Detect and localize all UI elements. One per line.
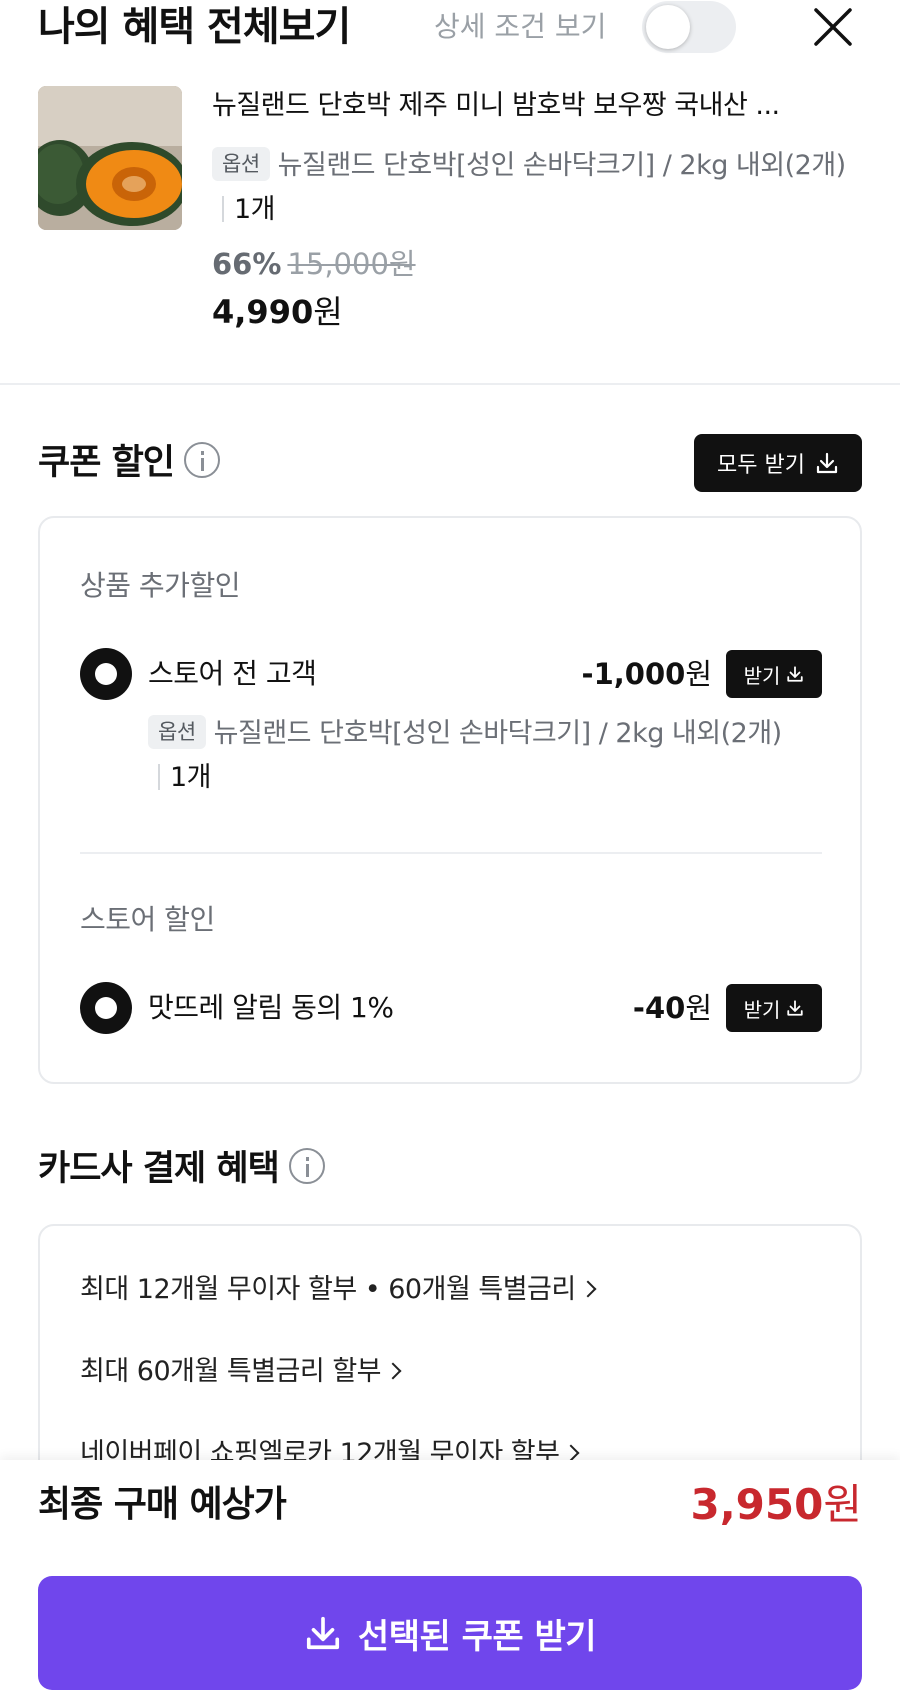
chevron-right-icon <box>579 1280 597 1298</box>
coupon-amount-unit: 원 <box>685 991 712 1025</box>
coupon-name: 스토어 전 고객 <box>148 657 317 690</box>
page-title: 나의 혜택 전체보기 <box>38 4 351 50</box>
total-price-number: 3,950 <box>690 1480 824 1529</box>
coupon-amount-number: -1,000 <box>581 657 686 691</box>
total-price-unit: 원 <box>823 1480 862 1529</box>
header: 나의 혜택 전체보기 상세 조건 보기 <box>0 0 900 60</box>
download-icon <box>787 666 804 682</box>
total-label: 최종 구매 예상가 <box>38 1484 287 1525</box>
download-icon <box>787 1000 804 1016</box>
coupon-radio-selected[interactable] <box>80 648 132 700</box>
final-price: 4,990원 <box>212 290 343 334</box>
coupon-name: 맛뜨레 알림 동의 1% <box>148 991 394 1024</box>
final-price-unit: 원 <box>313 293 343 331</box>
coupon-group-title: 상품 추가할인 <box>80 569 240 602</box>
benefit-link-label: 최대 60개월 특별금리 할부 <box>80 1356 382 1387</box>
receive-label: 받기 <box>743 997 781 1022</box>
bottom-bar: 최종 구매 예상가 3,950원 선택된 쿠폰 받기 <box>0 1460 900 1692</box>
benefit-link[interactable]: 최대 12개월 무이자 할부 • 60개월 특별금리 <box>80 1272 597 1308</box>
total-price: 3,950원 <box>691 1480 863 1530</box>
separator <box>222 196 224 222</box>
coupon-radio-selected[interactable] <box>80 982 132 1034</box>
card-benefit-title-text: 카드사 결제 혜택 <box>38 1149 280 1189</box>
coupon-quantity: 1개 <box>170 762 212 793</box>
get-all-label: 모두 받기 <box>717 453 805 478</box>
info-icon[interactable] <box>184 442 220 478</box>
info-icon[interactable] <box>288 1148 325 1184</box>
product-option: 옵션 뉴질랜드 단호박[성인 손바닥크기] / 2kg 내외(2개)1개 <box>212 144 852 232</box>
benefit-link[interactable]: 최대 60개월 특별금리 할부 <box>80 1354 402 1390</box>
toggle-knob <box>646 5 690 49</box>
coupon-amount-unit: 원 <box>685 657 712 691</box>
download-icon <box>306 1616 339 1650</box>
coupon-amount-number: -40 <box>632 991 686 1025</box>
original-price: 15,000원 <box>287 247 416 281</box>
coupon-card: 상품 추가할인 스토어 전 고객 -1,000원 받기 옵션 뉴질랜드 단호박[성… <box>38 516 862 1084</box>
benefits-sheet: 나의 혜택 전체보기 상세 조건 보기 뉴질랜드 단호박 제주 미니 밤호박 보… <box>0 0 900 1692</box>
final-price-number: 4,990 <box>212 293 314 331</box>
separator <box>158 764 160 790</box>
coupon-amount: -40원 <box>633 990 712 1026</box>
cta-label: 선택된 쿠폰 받기 <box>357 1616 597 1657</box>
option-text: 뉴질랜드 단호박[성인 손바닥크기] / 2kg 내외(2개) <box>277 150 847 181</box>
product-quantity: 1개 <box>234 194 276 225</box>
coupon-section-title: 쿠폰 할인 <box>38 440 220 486</box>
benefit-link-label: 최대 12개월 무이자 할부 • 60개월 특별금리 <box>80 1274 576 1305</box>
coupon-title-text: 쿠폰 할인 <box>38 443 175 483</box>
detail-toggle-label: 상세 조건 보기 <box>434 10 607 43</box>
chevron-right-icon <box>384 1362 402 1380</box>
receive-selected-coupons-button[interactable]: 선택된 쿠폰 받기 <box>38 1576 862 1690</box>
coupon-group-title: 스토어 할인 <box>80 903 215 936</box>
receive-label: 받기 <box>743 663 781 688</box>
coupon-amount: -1,000원 <box>582 656 712 692</box>
product-name[interactable]: 뉴질랜드 단호박 제주 미니 밤호박 보우짱 국내산 ... <box>212 86 864 126</box>
close-icon <box>814 8 852 46</box>
coupon-option: 옵션 뉴질랜드 단호박[성인 손바닥크기] / 2kg 내외(2개)1개 <box>148 712 788 800</box>
chevron-right-icon <box>562 1444 580 1462</box>
close-button[interactable] <box>810 4 856 50</box>
product-image <box>38 86 182 230</box>
card-divider <box>80 852 822 854</box>
option-badge: 옵션 <box>148 715 206 749</box>
download-icon <box>816 452 838 474</box>
option-badge: 옵션 <box>212 147 270 181</box>
get-all-coupons-button[interactable]: 모두 받기 <box>694 434 862 492</box>
detail-toggle[interactable] <box>642 1 736 53</box>
card-benefit-section-title: 카드사 결제 혜택 <box>38 1146 325 1192</box>
section-divider <box>0 383 900 385</box>
receive-coupon-button[interactable]: 받기 <box>726 984 822 1032</box>
receive-coupon-button[interactable]: 받기 <box>726 650 822 698</box>
price-row: 66% 15,000원 <box>212 244 416 284</box>
option-text: 뉴질랜드 단호박[성인 손바닥크기] / 2kg 내외(2개) <box>213 718 783 749</box>
discount-rate: 66% <box>212 247 282 281</box>
